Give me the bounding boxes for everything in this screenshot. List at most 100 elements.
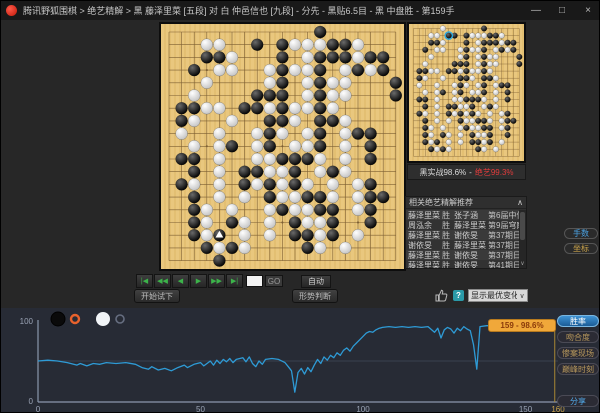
player2-name: 藤泽里菜	[454, 240, 486, 250]
white-stone	[433, 96, 441, 103]
player1-name: 藤泽里菜	[408, 210, 440, 220]
black-stone	[445, 103, 452, 110]
player2-name: 谢依旻	[454, 250, 478, 260]
black-actual-winrate: 黑实战98.6%	[419, 167, 467, 177]
white-stone	[451, 89, 458, 96]
move-number-input[interactable]	[246, 275, 263, 287]
winrate-chart-panel: 100 0 0 50 100 150 160 159 - 98.6% 胜率 吻合度 惨案现场 巅峰…	[1, 308, 599, 412]
main-go-board[interactable]	[159, 22, 406, 271]
black-stone	[313, 140, 327, 153]
black-stone	[481, 82, 488, 89]
legend-black-radio-on[interactable]	[69, 313, 81, 325]
related-game-row[interactable]: 藤泽里菜胜谢依旻 第41期日本女流本因坊	[406, 260, 519, 268]
white-stone	[213, 165, 226, 178]
close-button[interactable]: ×	[575, 1, 599, 20]
white-stone	[416, 82, 423, 89]
black-winrate-line	[37, 320, 555, 393]
white-stone	[200, 228, 213, 242]
black-stone	[481, 75, 488, 82]
black-stone	[238, 165, 251, 178]
white-stone	[313, 38, 327, 51]
white-stone	[213, 140, 226, 153]
chart-mode-button[interactable]: 吻合度	[557, 331, 599, 343]
white-stone	[225, 51, 239, 64]
related-game-row[interactable]: 藤泽里菜胜谢依旻第37期日本女流本因坊	[406, 230, 519, 240]
white-stone	[451, 96, 458, 103]
minimize-button[interactable]: —	[523, 1, 549, 20]
white-stone	[339, 165, 352, 178]
white-stone	[433, 146, 441, 153]
forward-fast-button[interactable]: ▶▶	[208, 274, 225, 288]
legend-white-radio-off[interactable]	[115, 314, 125, 324]
thumbs-up-icon[interactable]	[435, 289, 448, 302]
result-label: 胜	[442, 260, 450, 269]
white-stone	[457, 53, 464, 60]
black-stone	[481, 124, 488, 131]
maximize-button[interactable]: □	[549, 1, 575, 20]
chart-mode-button[interactable]: 惨案现场	[557, 347, 599, 359]
black-stone	[364, 203, 377, 217]
situation-judge-button[interactable]: 形势判断	[292, 289, 338, 303]
related-games-panel: 相关绝艺精解推荐 ∧ 藤泽里菜胜张子涵第6届中信置业杯周泓余胜藤泽里菜第9届穹窿…	[405, 196, 527, 269]
variation-display-select[interactable]: 显示最优变化 ∨	[468, 289, 528, 302]
white-stone	[301, 140, 314, 153]
black-stone	[457, 75, 464, 82]
related-game-row[interactable]: 藤泽里菜胜张子涵第6届中信置业杯	[406, 210, 519, 220]
related-game-row[interactable]: 周泓余胜藤泽里菜第9届穹窿山兵圣杯	[406, 220, 519, 230]
white-stone	[428, 68, 435, 75]
white-stone	[469, 75, 476, 82]
related-games-scrollbar[interactable]: ∨	[519, 210, 526, 268]
white-stone	[445, 139, 452, 146]
collapse-icon[interactable]: ∧	[517, 198, 523, 207]
black-stone	[276, 76, 289, 89]
coordinates-button[interactable]: 坐标	[564, 243, 598, 254]
white-stone	[351, 51, 365, 64]
back-one-button[interactable]: ◀	[172, 274, 189, 288]
window-title: 腾讯野狐围棋 > 绝艺精解 > 黑 藤泽里菜 [五段] 对 白 仲邑信也 [九段…	[23, 6, 455, 16]
white-stone	[422, 60, 429, 68]
scrollbar-thumb[interactable]	[520, 212, 525, 240]
white-stone	[313, 152, 327, 166]
auto-play-button[interactable]: 自动	[301, 274, 331, 288]
start-trial-button[interactable]: 开始试下	[134, 289, 180, 303]
black-stone	[288, 152, 302, 166]
move-numbers-button[interactable]: 手数	[564, 228, 598, 239]
related-game-row[interactable]: 藤泽里菜胜谢依旻第37期日本女流本因坊	[406, 250, 519, 260]
related-game-row[interactable]: 谢依旻胜藤泽里菜第37期日本女流本因坊	[406, 240, 519, 250]
go-button[interactable]: GO	[265, 275, 283, 287]
white-stone	[492, 146, 499, 153]
white-stone	[433, 89, 441, 96]
black-stone	[326, 38, 340, 51]
help-button[interactable]: ?	[453, 290, 464, 301]
chart-mode-button[interactable]: 巅峰时刻	[557, 363, 599, 375]
scroll-down-icon[interactable]: ∨	[519, 260, 526, 268]
variation-go-board[interactable]	[407, 22, 526, 163]
last-move-button[interactable]: ▶|	[226, 274, 243, 288]
white-stone	[463, 110, 470, 117]
white-stone	[498, 32, 505, 39]
white-stone	[428, 53, 435, 60]
black-stone	[469, 131, 476, 139]
black-stone	[313, 63, 327, 77]
black-stone	[188, 203, 201, 217]
black-stone	[276, 101, 289, 115]
first-move-button[interactable]: |◀	[136, 274, 153, 288]
black-stone	[475, 96, 482, 103]
forward-one-button[interactable]: ▶	[190, 274, 207, 288]
back-fast-button[interactable]: ◀◀	[154, 274, 171, 288]
share-button[interactable]: 分享	[557, 395, 599, 407]
black-stone	[416, 96, 423, 103]
black-stone	[364, 127, 377, 140]
legend-white-stone-icon[interactable]	[96, 312, 110, 326]
white-stone	[339, 89, 352, 102]
black-stone	[188, 165, 201, 178]
related-games-header[interactable]: 相关绝艺精解推荐 ∧	[406, 197, 526, 209]
white-stone	[276, 127, 289, 140]
legend-black-stone-icon[interactable]	[50, 311, 66, 327]
white-stone	[288, 190, 302, 204]
related-games-title: 相关绝艺精解推荐	[409, 198, 473, 207]
player1-name: 藤泽里菜	[408, 260, 440, 269]
white-stone	[351, 190, 365, 204]
chart-mode-active-button[interactable]: 胜率	[557, 315, 599, 327]
black-stone	[469, 96, 476, 103]
